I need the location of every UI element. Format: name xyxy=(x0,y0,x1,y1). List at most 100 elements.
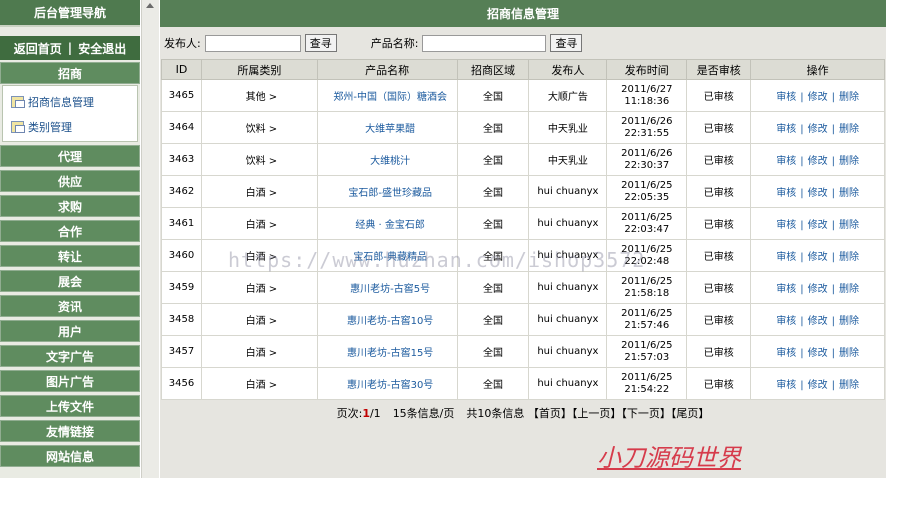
cell-time: 2011/6/25 21:54:22 xyxy=(606,367,688,400)
category-zhaoshang[interactable]: 招商 xyxy=(0,62,140,84)
edit-link[interactable]: 修改 xyxy=(808,252,828,263)
edit-link[interactable]: 修改 xyxy=(808,220,828,231)
delete-link[interactable]: 删除 xyxy=(839,252,859,263)
delete-link[interactable]: 删除 xyxy=(839,348,859,359)
edit-link[interactable]: 修改 xyxy=(808,380,828,391)
cell-product-link[interactable]: 宝石郎-盛世珍藏品 xyxy=(316,175,458,208)
product-search-button[interactable]: 查寻 xyxy=(550,34,583,52)
edit-link[interactable]: 修改 xyxy=(808,348,828,359)
cell-clock: 11:18:36 xyxy=(624,95,670,107)
category-item[interactable]: 代理 xyxy=(0,145,140,167)
cell-publisher: hui chuanyx xyxy=(528,207,608,240)
category-item[interactable]: 资讯 xyxy=(0,295,140,317)
sub-item-category-mgmt[interactable]: 类别管理 xyxy=(3,114,137,139)
cell-category: 白酒 > xyxy=(200,303,318,336)
category-item[interactable]: 合作 xyxy=(0,220,140,242)
category-item[interactable]: 图片广告 xyxy=(0,370,140,392)
delete-link[interactable]: 删除 xyxy=(839,220,859,231)
cell-status: 已审核 xyxy=(686,79,752,112)
cell-product-link[interactable]: 大维桃汁 xyxy=(316,143,458,176)
category-item[interactable]: 供应 xyxy=(0,170,140,192)
review-link[interactable]: 审核 xyxy=(776,284,796,295)
cell-product-link[interactable]: 经典 · 金宝石郎 xyxy=(316,207,458,240)
logout-link[interactable]: 安全退出 xyxy=(78,40,126,57)
scroll-up-icon[interactable] xyxy=(146,3,154,8)
edit-link[interactable]: 修改 xyxy=(808,92,828,103)
review-link[interactable]: 审核 xyxy=(776,188,796,199)
delete-link[interactable]: 删除 xyxy=(839,284,859,295)
edit-link[interactable]: 修改 xyxy=(808,156,828,167)
review-link[interactable]: 审核 xyxy=(776,348,796,359)
edit-link[interactable]: 修改 xyxy=(808,284,828,295)
cell-category: 白酒 > xyxy=(200,335,318,368)
pagination: 页次:1/1 15条信息/页 共10条信息 【首页】【上一页】【下一页】【尾页】 xyxy=(160,400,886,426)
cell-product-link[interactable]: 惠川老坊-古窖5号 xyxy=(316,271,458,304)
publisher-input[interactable] xyxy=(204,34,301,52)
cell-id: 3460 xyxy=(161,239,202,272)
category-item[interactable]: 求购 xyxy=(0,195,140,217)
review-link[interactable]: 审核 xyxy=(776,220,796,231)
cell-product-link[interactable]: 郑州-中国（国际）糖酒会 xyxy=(316,79,458,112)
review-link[interactable]: 审核 xyxy=(776,380,796,391)
edit-link[interactable]: 修改 xyxy=(808,316,828,327)
cell-publisher: hui chuanyx xyxy=(528,239,608,272)
category-item[interactable]: 转让 xyxy=(0,245,140,267)
next-page-link[interactable]: 【下一页】 xyxy=(621,407,671,420)
edit-link[interactable]: 修改 xyxy=(808,188,828,199)
cell-time: 2011/6/25 21:57:46 xyxy=(606,303,688,336)
last-page-link[interactable]: 【尾页】 xyxy=(671,407,710,420)
col-header: 是否审核 xyxy=(686,59,752,80)
cell-region: 全国 xyxy=(456,143,530,176)
category-item[interactable]: 友情链接 xyxy=(0,420,140,442)
cell-product-link[interactable]: 惠川老坊-古窖10号 xyxy=(316,303,458,336)
op-divider: | xyxy=(831,156,835,167)
cell-product-link[interactable]: 宝石郎-典藏精品 xyxy=(316,239,458,272)
cell-category: 饮料 > xyxy=(200,111,318,144)
delete-link[interactable]: 删除 xyxy=(839,188,859,199)
review-link[interactable]: 审核 xyxy=(776,156,796,167)
page-title: 招商信息管理 xyxy=(160,0,886,27)
delete-link[interactable]: 删除 xyxy=(839,316,859,327)
category-item[interactable]: 文字广告 xyxy=(0,345,140,367)
cell-date: 2011/6/25 xyxy=(621,211,673,223)
delete-link[interactable]: 删除 xyxy=(839,124,859,135)
scrollbar[interactable] xyxy=(141,0,159,478)
cell-id: 3458 xyxy=(161,303,202,336)
delete-link[interactable]: 删除 xyxy=(839,380,859,391)
category-item[interactable]: 用户 xyxy=(0,320,140,342)
category-item[interactable]: 展会 xyxy=(0,270,140,292)
cell-region: 全国 xyxy=(456,271,530,304)
table-row: 3463 饮料 > 大维桃汁 全国 中天乳业 2011/6/26 22:30:37 已审核 审核… xyxy=(161,143,885,176)
category-item[interactable]: 网站信息 xyxy=(0,445,140,467)
cell-publisher: 中天乳业 xyxy=(528,143,608,176)
col-header: 操作 xyxy=(750,59,885,80)
sub-item-merchant-info[interactable]: 招商信息管理 xyxy=(3,89,137,114)
cell-clock: 22:31:55 xyxy=(624,127,670,139)
delete-link[interactable]: 删除 xyxy=(839,156,859,167)
cell-time: 2011/6/25 22:05:35 xyxy=(606,175,688,208)
cell-region: 全国 xyxy=(456,175,530,208)
product-input[interactable] xyxy=(422,34,547,52)
col-header: 发布时间 xyxy=(606,59,688,80)
category-item[interactable]: 上传文件 xyxy=(0,395,140,417)
main-panel: 招商信息管理 发布人: 查寻 产品名称: 查寻 ID 所属类别 产品名称 招商区… xyxy=(160,0,886,478)
cell-clock: 21:54:22 xyxy=(624,383,670,395)
review-link[interactable]: 审核 xyxy=(776,124,796,135)
first-page-link[interactable]: 【首页】 xyxy=(528,407,572,420)
sub-item-label: 招商信息管理 xyxy=(28,95,94,109)
review-link[interactable]: 审核 xyxy=(776,92,796,103)
review-link[interactable]: 审核 xyxy=(776,316,796,327)
cell-product-link[interactable]: 惠川老坊-古窖15号 xyxy=(316,335,458,368)
cell-product-link[interactable]: 惠川老坊-古窖30号 xyxy=(316,367,458,400)
op-divider: | xyxy=(800,156,804,167)
home-link[interactable]: 返回首页 xyxy=(14,40,62,57)
search-bar: 发布人: 查寻 产品名称: 查寻 xyxy=(160,27,886,59)
edit-link[interactable]: 修改 xyxy=(808,124,828,135)
cell-product-link[interactable]: 大维苹果醋 xyxy=(316,111,458,144)
delete-link[interactable]: 删除 xyxy=(839,92,859,103)
review-link[interactable]: 审核 xyxy=(776,252,796,263)
prev-page-link[interactable]: 【上一页】 xyxy=(572,407,622,420)
cell-publisher: hui chuanyx xyxy=(528,367,608,400)
publisher-search-button[interactable]: 查寻 xyxy=(304,34,337,52)
table-row: 3461 白酒 > 经典 · 金宝石郎 全国 hui chuanyx 2011/6/25 2… xyxy=(161,207,885,240)
